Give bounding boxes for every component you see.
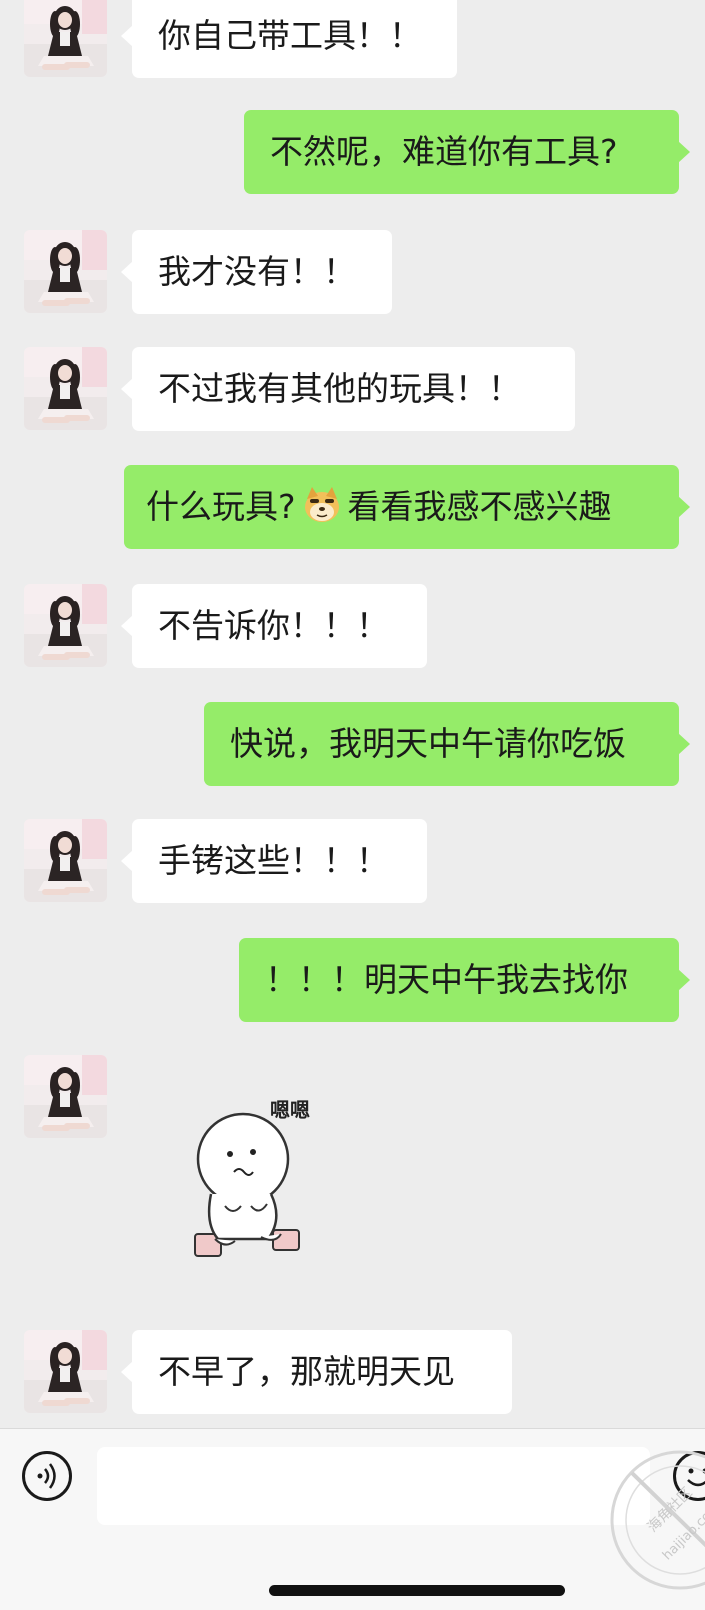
- message-text: 看看我感不感兴趣: [348, 487, 612, 526]
- contact-avatar[interactable]: [24, 347, 107, 430]
- message-text: 不早了，那就明天见: [158, 1352, 455, 1391]
- sticker-caption: 嗯嗯: [270, 1094, 310, 1123]
- sticker-image: [183, 1094, 333, 1264]
- outgoing-message-bubble[interactable]: 什么玩具? 看看我感不感兴趣: [124, 465, 679, 549]
- message-input[interactable]: [97, 1447, 650, 1525]
- incoming-message-bubble[interactable]: 不告诉你！！！: [132, 584, 427, 668]
- contact-avatar[interactable]: [24, 819, 107, 902]
- incoming-message-bubble[interactable]: 你自己带工具！！: [132, 0, 457, 78]
- watermark-seal: 海角社区 haijiao.com: [580, 1425, 705, 1609]
- outgoing-message-bubble[interactable]: ！！！明天中午我去找你: [239, 938, 679, 1022]
- message-text: 快说，我明天中午请你吃饭: [230, 724, 626, 763]
- message-text: 什么玩具?: [146, 487, 296, 526]
- message-text: 不过我有其他的玩具！！: [158, 369, 521, 408]
- contact-avatar[interactable]: [24, 584, 107, 667]
- home-indicator[interactable]: [269, 1585, 565, 1596]
- sitting-blob-sticker[interactable]: 嗯嗯: [183, 1094, 333, 1264]
- message-text: 不告诉你！！！: [158, 606, 389, 645]
- outgoing-message-bubble[interactable]: 不然呢，难道你有工具?: [244, 110, 679, 194]
- message-text: ！！！明天中午我去找你: [265, 960, 628, 999]
- message-text: 我才没有！！: [158, 252, 356, 291]
- incoming-message-bubble[interactable]: 不过我有其他的玩具！！: [132, 347, 575, 431]
- voice-icon[interactable]: [22, 1451, 72, 1501]
- chat-area[interactable]: 你自己带工具！！ 不然呢，难道你有工具? 我才没有！！ 不过我有其他的玩具！！ …: [0, 0, 705, 1428]
- incoming-message-bubble[interactable]: 我才没有！！: [132, 230, 392, 314]
- incoming-message-bubble[interactable]: 手铐这些！！！: [132, 819, 427, 903]
- outgoing-message-bubble[interactable]: 快说，我明天中午请你吃饭: [204, 702, 679, 786]
- incoming-message-bubble[interactable]: 不早了，那就明天见: [132, 1330, 512, 1414]
- contact-avatar[interactable]: [24, 0, 107, 77]
- doge-emoji-icon: [302, 485, 342, 525]
- contact-avatar[interactable]: [24, 1055, 107, 1138]
- contact-avatar[interactable]: [24, 230, 107, 313]
- message-text: 手铐这些！！！: [158, 841, 389, 880]
- message-text: 不然呢，难道你有工具?: [270, 132, 618, 171]
- contact-avatar[interactable]: [24, 1330, 107, 1413]
- message-text: 你自己带工具！！: [158, 16, 422, 55]
